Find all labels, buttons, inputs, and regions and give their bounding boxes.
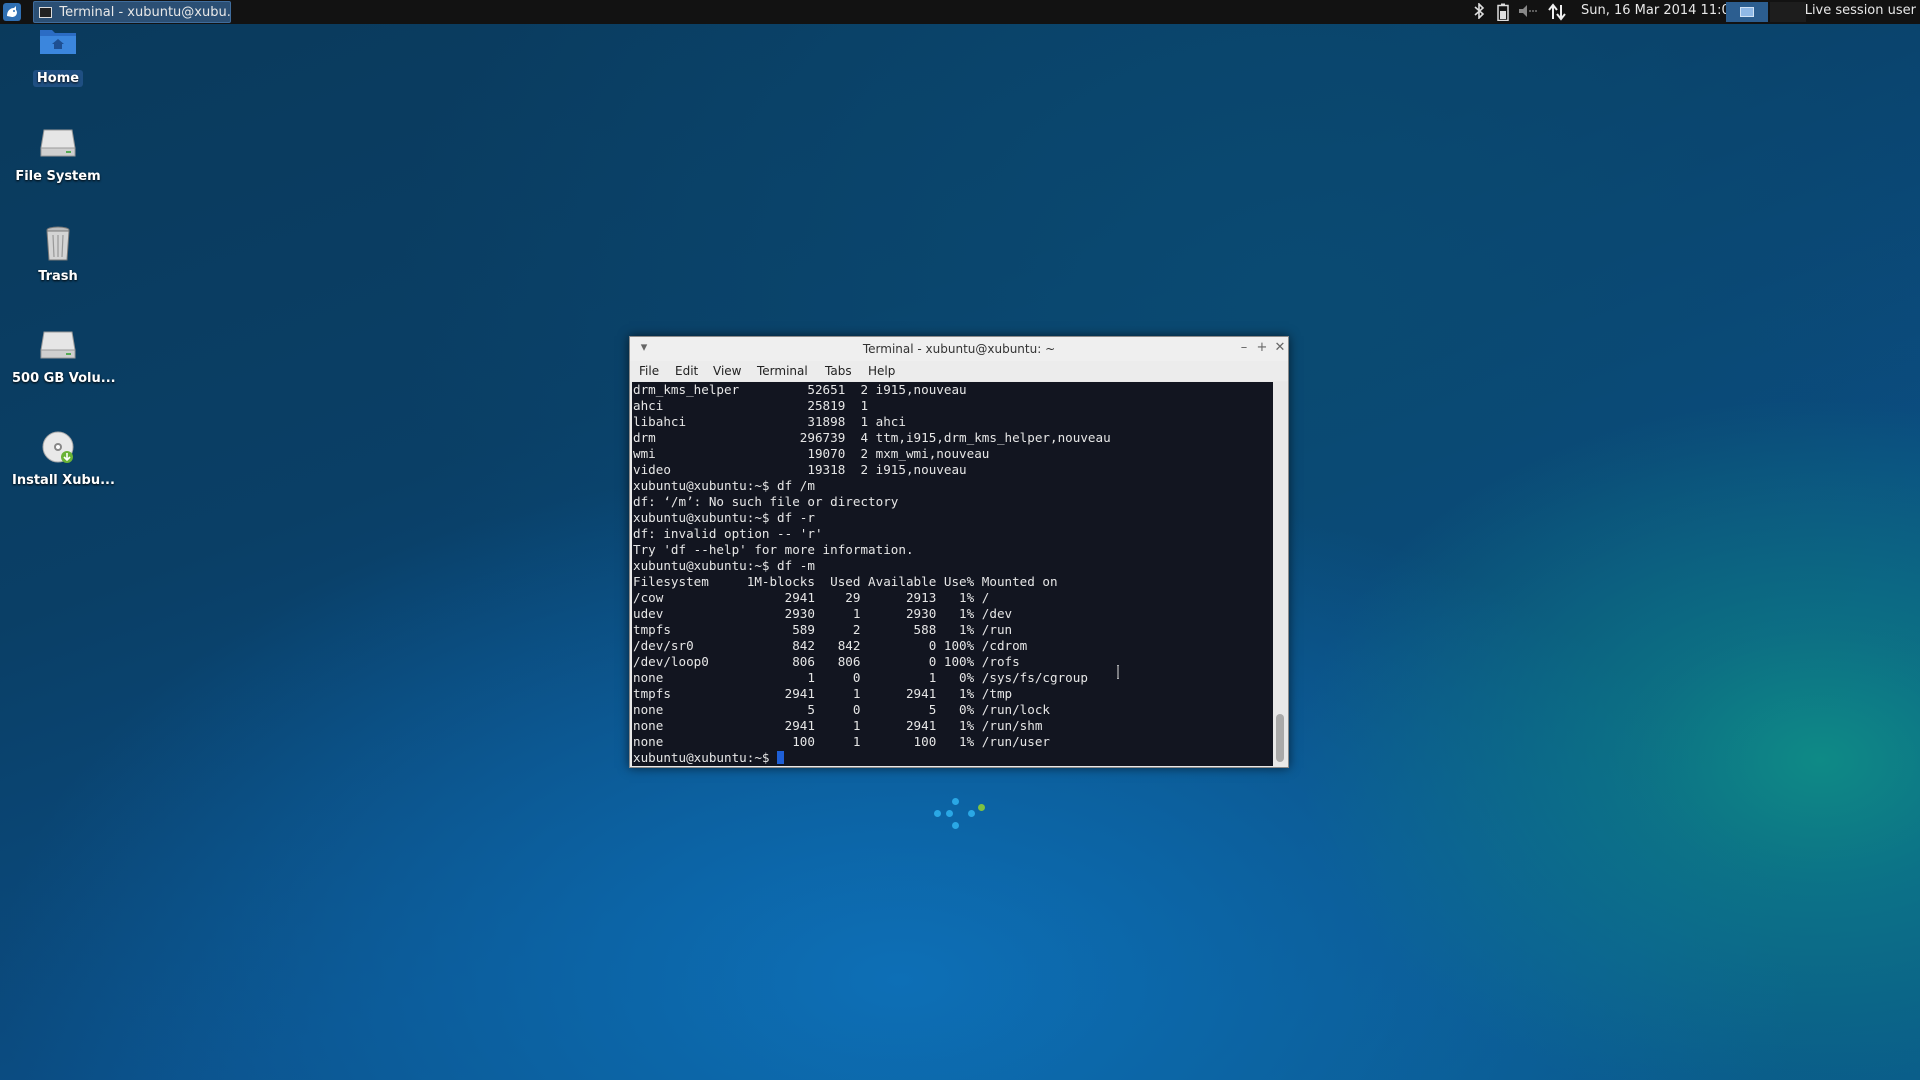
menu-edit[interactable]: Edit xyxy=(675,364,698,378)
menu-view[interactable]: View xyxy=(713,364,741,378)
menu-terminal[interactable]: Terminal xyxy=(757,364,808,378)
desktop-icon-install[interactable]: Install Xubu... xyxy=(8,428,115,489)
taskbar-terminal-button[interactable]: Terminal - xubuntu@xubu... xyxy=(33,1,231,23)
window-titlebar[interactable]: ▾ Terminal - xubuntu@xubuntu: ~ – + ✕ xyxy=(630,337,1288,361)
desktop-icon-label: Home xyxy=(32,70,84,87)
menubar: File Edit View Terminal Tabs Help xyxy=(630,361,1288,381)
terminal-window[interactable]: ▾ Terminal - xubuntu@xubuntu: ~ – + ✕ Fi… xyxy=(629,336,1289,768)
desktop-icon-home[interactable]: Home xyxy=(8,26,108,87)
install-disc-icon xyxy=(38,428,78,468)
desktop-icon-volume[interactable]: 500 GB Volu... xyxy=(8,326,116,387)
window-title: Terminal - xubuntu@xubuntu: ~ xyxy=(862,342,1056,356)
bluetooth-icon[interactable] xyxy=(1471,2,1487,21)
drive-icon xyxy=(38,326,78,366)
loading-spinner-icon xyxy=(930,796,990,836)
desktop-icon-trash[interactable]: Trash xyxy=(8,224,108,285)
battery-icon[interactable] xyxy=(1495,3,1511,22)
terminal-icon xyxy=(39,6,53,18)
drive-icon xyxy=(38,124,78,164)
desktop-icon-label: Install Xubu... xyxy=(12,473,115,488)
terminal-area[interactable]: drm_kms_helper 52651 2 i915,nouveau ahci… xyxy=(632,382,1273,766)
workspace-1[interactable] xyxy=(1726,2,1768,22)
applications-menu-icon[interactable] xyxy=(3,3,21,21)
scrollbar-thumb[interactable] xyxy=(1276,714,1284,762)
workspace-window-thumb xyxy=(1740,7,1754,17)
minimize-icon[interactable]: – xyxy=(1236,340,1252,356)
terminal-scrollbar[interactable] xyxy=(1273,382,1287,766)
menu-help[interactable]: Help xyxy=(868,364,895,378)
terminal-prompt: xubuntu@xubuntu:~$ xyxy=(633,750,778,765)
session-user-menu[interactable]: Live session user xyxy=(1805,0,1916,24)
home-folder-icon xyxy=(38,26,78,66)
desktop-icon-label: 500 GB Volu... xyxy=(12,371,116,386)
desktop-icon-file-system[interactable]: File System xyxy=(8,124,108,185)
workspace-2[interactable] xyxy=(1770,2,1806,22)
terminal-output: drm_kms_helper 52651 2 i915,nouveau ahci… xyxy=(633,382,1111,749)
menu-file[interactable]: File xyxy=(639,364,659,378)
maximize-icon[interactable]: + xyxy=(1254,340,1270,356)
menu-tabs[interactable]: Tabs xyxy=(825,364,852,378)
terminal-cursor xyxy=(777,751,785,764)
close-icon[interactable]: ✕ xyxy=(1272,340,1288,356)
clock[interactable]: Sun, 16 Mar 2014 11:09 xyxy=(1581,0,1738,24)
top-panel: Terminal - xubuntu@xubu... Sun, 16 Mar 2… xyxy=(0,0,1920,24)
network-icon[interactable] xyxy=(1548,3,1566,21)
taskbar-title: Terminal - xubuntu@xubu... xyxy=(59,4,230,20)
mouse-ibeam-cursor xyxy=(1117,665,1119,679)
trash-icon xyxy=(38,224,78,264)
desktop-icon-label: File System xyxy=(15,169,101,184)
desktop-icon-label: Trash xyxy=(38,269,78,284)
volume-icon[interactable] xyxy=(1518,3,1540,21)
